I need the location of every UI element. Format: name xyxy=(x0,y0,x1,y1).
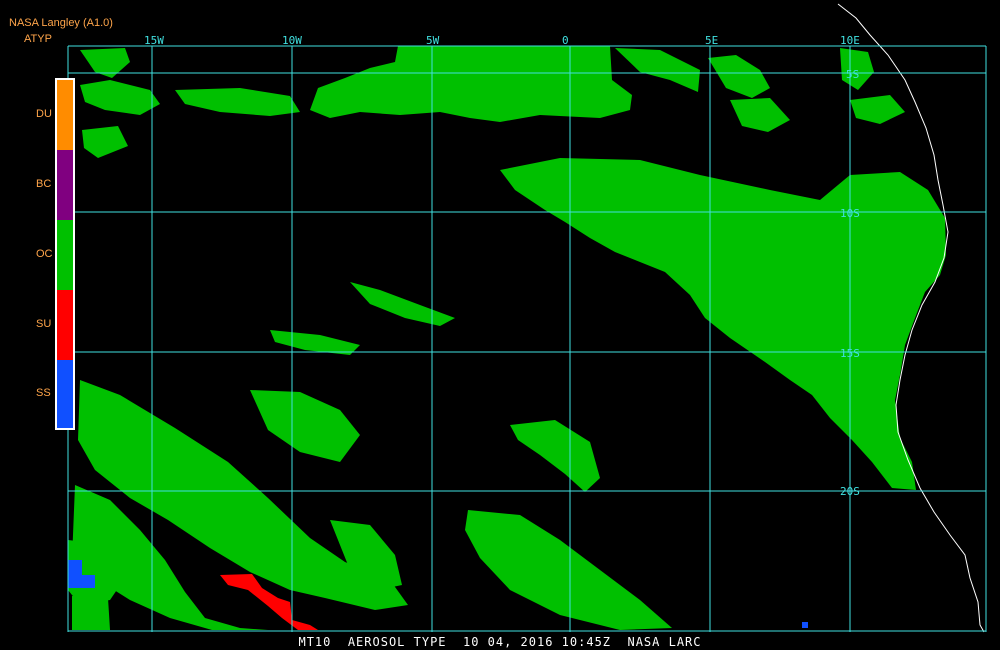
lat-label: 20S xyxy=(840,485,860,498)
legend-swatch-oc xyxy=(57,220,73,290)
lon-label: 0 xyxy=(562,34,569,47)
lon-label: 5W xyxy=(426,34,440,47)
lon-label: 15W xyxy=(144,34,164,47)
legend-colorbar xyxy=(55,78,75,430)
lat-label: 10S xyxy=(840,207,860,220)
footer-caption: MT10 AEROSOL TYPE 10 04, 2016 10:45Z NAS… xyxy=(298,635,702,649)
lon-label: 10E xyxy=(840,34,860,47)
lon-label: 10W xyxy=(282,34,302,47)
legend-swatch-ss xyxy=(57,360,73,428)
product-code: ATYP xyxy=(24,33,52,45)
lat-label: 15S xyxy=(840,347,860,360)
aerosol-map: 15W 10W 5W 0 5E 10E 5S 10S 15S 20S xyxy=(0,0,1000,650)
legend-label-bc: BC xyxy=(36,178,52,190)
legend-label-ss: SS xyxy=(36,387,51,399)
lat-label: 5S xyxy=(846,68,859,81)
app-title: NASA Langley (A1.0) xyxy=(9,17,113,29)
legend-label-oc: OC xyxy=(36,248,53,260)
legend-label-du: DU xyxy=(36,108,52,120)
legend-swatch-du xyxy=(57,80,73,150)
lon-label: 5E xyxy=(705,34,718,47)
legend-swatch-su xyxy=(57,290,73,360)
legend-swatch-bc xyxy=(57,150,73,220)
legend-label-su: SU xyxy=(36,318,52,330)
